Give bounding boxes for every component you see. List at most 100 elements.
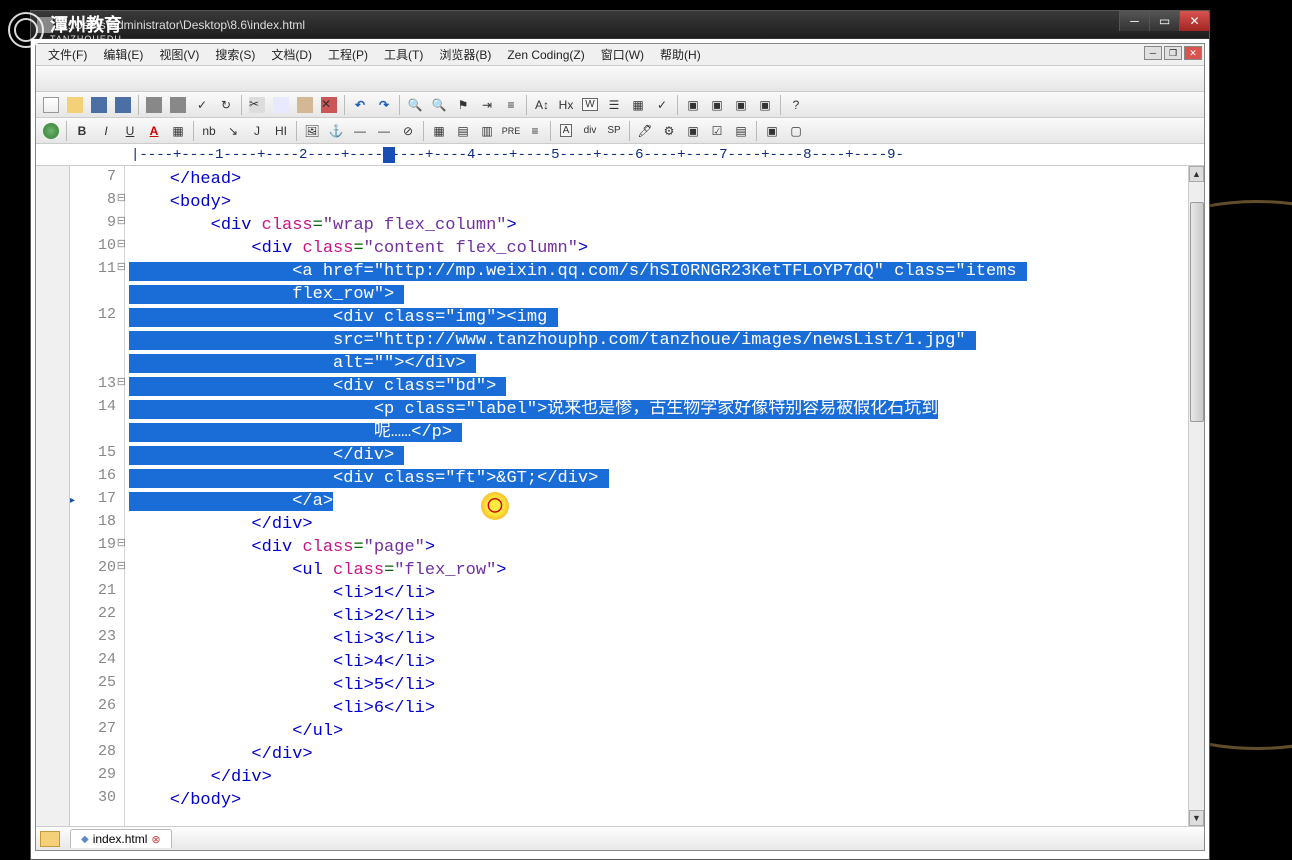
code-line: <div class="bd"> bbox=[125, 375, 1188, 398]
validate-button[interactable]: ✓ bbox=[651, 94, 673, 116]
list-button[interactable]: ☰ bbox=[603, 94, 625, 116]
panel3-button[interactable]: ▣ bbox=[730, 94, 752, 116]
toolbar-separator bbox=[399, 95, 400, 115]
line-number: 30 bbox=[70, 789, 124, 812]
bookmark-button[interactable]: ⚑ bbox=[452, 94, 474, 116]
folder-icon[interactable] bbox=[40, 831, 60, 847]
menu-window[interactable]: 窗口(W) bbox=[593, 44, 652, 65]
preview-button[interactable] bbox=[167, 94, 189, 116]
toolbar-separator bbox=[629, 121, 630, 141]
save-all-button[interactable] bbox=[112, 94, 134, 116]
tool-stick-button[interactable]: 🖊 bbox=[634, 120, 656, 142]
tool-window-button[interactable]: ▣ bbox=[761, 120, 783, 142]
undo-button[interactable]: ↶ bbox=[349, 94, 371, 116]
tool-list-button[interactable]: ▤ bbox=[730, 120, 752, 142]
anchor-button[interactable]: ⚓ bbox=[325, 120, 347, 142]
scroll-track[interactable] bbox=[1189, 182, 1204, 810]
line-number: 10⊟ bbox=[70, 237, 124, 260]
menu-project[interactable]: 工程(P) bbox=[320, 44, 376, 65]
tool-gear-button[interactable]: ⚙ bbox=[658, 120, 680, 142]
tool-check-button[interactable]: ☑ bbox=[706, 120, 728, 142]
menu-zencoding[interactable]: Zen Coding(Z) bbox=[499, 46, 592, 64]
line-number-gutter[interactable]: 7 8⊟ 9⊟ 10⊟ 11⊟ 12 13⊟ 14 15 16 17 18 19… bbox=[70, 166, 125, 826]
arrow1-button[interactable]: ↘ bbox=[222, 120, 244, 142]
hi-button[interactable]: HI bbox=[270, 120, 292, 142]
browser-preview-button[interactable] bbox=[40, 120, 62, 142]
mdi-minimize-button[interactable]: ─ bbox=[1144, 46, 1162, 60]
cut-button[interactable]: ✂ bbox=[246, 94, 268, 116]
mdi-restore-button[interactable]: ❐ bbox=[1164, 46, 1182, 60]
scroll-down-button[interactable]: ▼ bbox=[1189, 810, 1204, 826]
spellcheck-button[interactable]: ✓ bbox=[191, 94, 213, 116]
j-button[interactable]: J bbox=[246, 120, 268, 142]
color-picker-button[interactable]: ▦ bbox=[167, 120, 189, 142]
code-line: </head> bbox=[125, 168, 1188, 191]
save-button[interactable] bbox=[88, 94, 110, 116]
hex-button[interactable]: Hx bbox=[555, 94, 577, 116]
scroll-up-button[interactable]: ▲ bbox=[1189, 166, 1204, 182]
span-button[interactable]: SP bbox=[603, 120, 625, 142]
redo-button[interactable]: ↷ bbox=[373, 94, 395, 116]
menu-edit[interactable]: 编辑(E) bbox=[95, 44, 151, 65]
panel4-button[interactable]: ▣ bbox=[754, 94, 776, 116]
italic-button[interactable]: I bbox=[95, 120, 117, 142]
toolbar-separator bbox=[66, 121, 67, 141]
menu-file[interactable]: 文件(F) bbox=[40, 44, 95, 65]
toolbar-separator bbox=[193, 121, 194, 141]
list2-button[interactable]: ≡ bbox=[524, 120, 546, 142]
copy-button[interactable] bbox=[270, 94, 292, 116]
delete-button[interactable]: ✕ bbox=[318, 94, 340, 116]
compare-button[interactable]: ▦ bbox=[627, 94, 649, 116]
line-number: 27 bbox=[70, 720, 124, 743]
tool-form-button[interactable]: ▣ bbox=[682, 120, 704, 142]
bold-button[interactable]: B bbox=[71, 120, 93, 142]
panel2-button[interactable]: ▣ bbox=[706, 94, 728, 116]
tab-close-button[interactable]: ⊗ bbox=[151, 833, 160, 846]
help-button[interactable]: ? bbox=[785, 94, 807, 116]
menu-search[interactable]: 搜索(S) bbox=[207, 44, 263, 65]
wrap-button[interactable]: W bbox=[579, 94, 601, 116]
ruler[interactable]: |----+----1----+----2----+----3----+----… bbox=[36, 144, 1204, 166]
new-file-button[interactable] bbox=[40, 94, 62, 116]
panel1-button[interactable]: ▣ bbox=[682, 94, 704, 116]
toolbar-separator bbox=[526, 95, 527, 115]
table-button[interactable]: ▦ bbox=[428, 120, 450, 142]
image-button[interactable]: 🖼 bbox=[301, 120, 323, 142]
find-button[interactable]: 🔍 bbox=[404, 94, 426, 116]
nb-button[interactable]: nb bbox=[198, 120, 220, 142]
title-bar[interactable]: C:\Users\Administrator\Desktop\8.6\index… bbox=[31, 11, 1209, 39]
close-button[interactable]: ✕ bbox=[1179, 11, 1209, 31]
link-button[interactable]: — bbox=[373, 120, 395, 142]
menu-browser[interactable]: 浏览器(B) bbox=[431, 44, 499, 65]
font-size-button[interactable]: A↕ bbox=[531, 94, 553, 116]
scroll-thumb[interactable] bbox=[1190, 202, 1204, 422]
div-button[interactable]: div bbox=[579, 120, 601, 142]
refresh-button[interactable]: ↻ bbox=[215, 94, 237, 116]
menu-tools[interactable]: 工具(T) bbox=[376, 44, 431, 65]
open-file-button[interactable] bbox=[64, 94, 86, 116]
font-color-button[interactable]: A bbox=[143, 120, 165, 142]
mdi-close-button[interactable]: ✕ bbox=[1184, 46, 1202, 60]
row-button[interactable]: ▤ bbox=[452, 120, 474, 142]
menu-document[interactable]: 文档(D) bbox=[263, 44, 320, 65]
file-tab-index[interactable]: ◆ index.html ⊗ bbox=[70, 829, 172, 848]
col-button[interactable]: ▥ bbox=[476, 120, 498, 142]
print-button[interactable] bbox=[143, 94, 165, 116]
comment-button[interactable]: ⊘ bbox=[397, 120, 419, 142]
indent-button[interactable]: ≡ bbox=[500, 94, 522, 116]
maximize-button[interactable]: ▭ bbox=[1149, 11, 1179, 31]
minimize-button[interactable]: ─ bbox=[1119, 11, 1149, 31]
vertical-scrollbar[interactable]: ▲ ▼ bbox=[1188, 166, 1204, 826]
hr-button[interactable]: — bbox=[349, 120, 371, 142]
goto-button[interactable]: ⇥ bbox=[476, 94, 498, 116]
code-editor[interactable]: </head> <body> <div class="wrap flex_col… bbox=[125, 166, 1188, 826]
underline-button[interactable]: U bbox=[119, 120, 141, 142]
paste-button[interactable] bbox=[294, 94, 316, 116]
menu-view[interactable]: 视图(V) bbox=[151, 44, 207, 65]
menu-help[interactable]: 帮助(H) bbox=[652, 44, 709, 65]
find-next-button[interactable]: 🔍 bbox=[428, 94, 450, 116]
style-a-button[interactable]: A bbox=[555, 120, 577, 142]
line-number: 9⊟ bbox=[70, 214, 124, 237]
tool-panel-button[interactable]: ▢ bbox=[785, 120, 807, 142]
pre-button[interactable]: PRE bbox=[500, 120, 522, 142]
